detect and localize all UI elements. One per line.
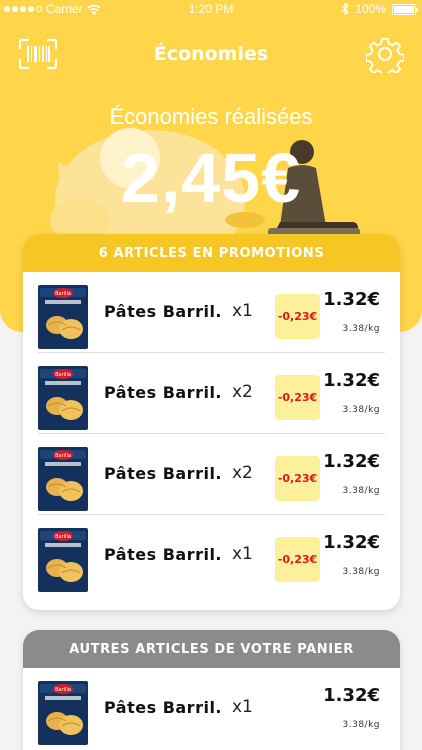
savings-amount: 2,45€ [120,139,302,217]
product-price: 1.32€ [323,451,380,472]
product-price: 1.32€ [323,532,380,553]
product-price: 1.32€ [323,685,380,706]
other-items-card: AUTRES ARTICLES DE VOTRE PANIER Barilla P… [23,630,400,750]
savings-label: Économies réalisées [109,104,313,129]
unit-price: 3.38/kg [342,324,380,334]
product-image: Barilla [38,528,88,592]
unit-price: 3.38/kg [342,720,380,730]
battery-percentage: 100% [355,2,386,16]
product-image: Barilla [38,366,88,430]
unit-price: 3.38/kg [342,567,380,577]
promotions-card: 6 ARTICLES EN PROMOTIONS Barilla Pâtes Ba… [23,234,400,610]
settings-button[interactable] [365,35,405,78]
product-image: Barilla [38,681,88,745]
svg-text:Barilla: Barilla [55,687,71,693]
svg-text:Barilla: Barilla [55,534,71,540]
unit-price: 3.38/kg [342,486,380,496]
bluetooth-icon [341,3,350,15]
product-quantity: x1 [232,697,253,717]
gear-icon [365,37,405,78]
nav-bar: Économies [0,32,422,78]
discount-badge: -0,23€ [275,375,320,420]
savings-screen: Carrier 1:20 PM 100% Économies Économies… [0,0,422,750]
product-name: Pâtes Barril. [104,464,223,483]
product-name: Pâtes Barril. [104,698,223,717]
product-row[interactable]: Barilla Pâtes Barril. x2 -0,23€ 1.32€ 3.38/kg [38,353,385,434]
product-price: 1.32€ [323,289,380,310]
product-name: Pâtes Barril. [104,545,223,564]
other-items-list: Barilla Pâtes Barril. x1 1.32€ 3.38/kg [23,668,400,749]
product-row[interactable]: Barilla Pâtes Barril. x2 -0,23€ 1.32€ 3.38/kg [38,434,385,515]
page-title: Économies [153,43,269,65]
product-name: Pâtes Barril. [104,383,223,402]
svg-text:Barilla: Barilla [55,291,71,297]
svg-text:Barilla: Barilla [55,372,71,378]
product-quantity: x2 [232,463,253,483]
product-row[interactable]: Barilla Pâtes Barril. x1 1.32€ 3.38/kg [38,668,385,749]
status-bar: Carrier 1:20 PM 100% [0,0,422,20]
product-quantity: x2 [232,382,253,402]
promotions-list: Barilla Pâtes Barril. x1 -0,23€ 1.32€ 3.38/kg… [23,272,400,596]
product-quantity: x1 [232,301,253,321]
svg-text:Barilla: Barilla [55,453,71,459]
promotions-header: 6 ARTICLES EN PROMOTIONS [23,234,400,272]
product-row[interactable]: Barilla Pâtes Barril. x1 -0,23€ 1.32€ 3.38/kg [38,272,385,353]
product-image: Barilla [38,447,88,511]
discount-badge: -0,23€ [275,456,320,501]
discount-badge: -0,23€ [275,537,320,582]
product-image: Barilla [38,285,88,349]
battery-icon [392,3,418,15]
product-row[interactable]: Barilla Pâtes Barril. x1 -0,23€ 1.32€ 3.38/kg [38,515,385,596]
product-quantity: x1 [232,544,253,564]
other-items-header: AUTRES ARTICLES DE VOTRE PANIER [23,630,400,668]
product-name: Pâtes Barril. [104,302,223,321]
product-price: 1.32€ [323,370,380,391]
discount-badge: -0,23€ [275,294,320,339]
unit-price: 3.38/kg [342,405,380,415]
